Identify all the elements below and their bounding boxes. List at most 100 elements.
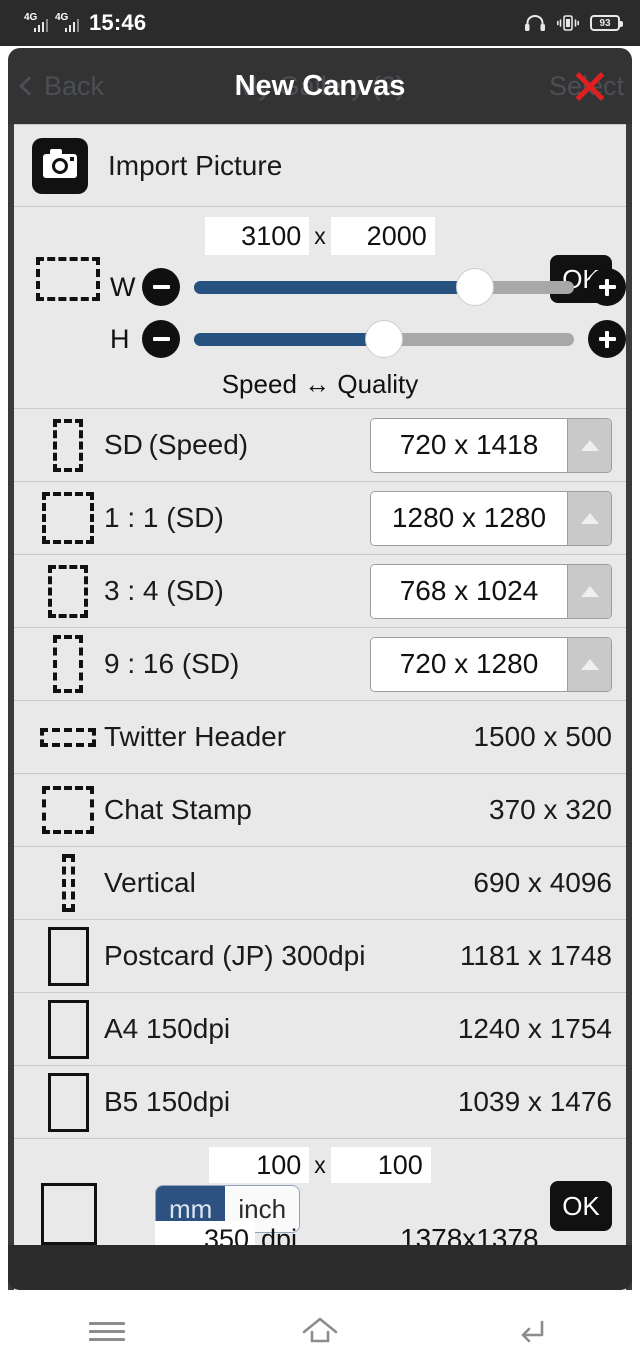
preset-row[interactable]: 3 : 4 (SD) 768 x 1024 [14, 555, 626, 628]
spinner-up-button[interactable] [567, 564, 611, 618]
camera-icon [32, 137, 88, 194]
height-decrease-button[interactable] [142, 320, 180, 358]
preset-size-value: 1039 x 1476 [457, 1086, 612, 1117]
aspect-preview-box [42, 492, 94, 544]
clock-label: 15:46 [89, 10, 147, 35]
preset-size-value: 720 x 1418 [371, 418, 567, 472]
dialog-title-bar: New Canvas [8, 48, 632, 124]
preset-row[interactable]: B5 150dpi 1039 x 1476 [14, 1066, 626, 1139]
signal-icon-sim2: 4G [55, 13, 79, 33]
unit-size-inputs: 100 x 100 [14, 1139, 626, 1183]
back-icon[interactable] [503, 1309, 563, 1353]
preset-size-spinner[interactable]: 720 x 1280 [370, 636, 612, 692]
preset-label: Chat Stamp [104, 794, 252, 825]
width-increase-button[interactable] [588, 268, 626, 306]
page-title: New Canvas [234, 69, 406, 102]
dialog-bottom-bar [8, 1245, 632, 1290]
preset-row[interactable]: 1 : 1 (SD) 1280 x 1280 [14, 482, 626, 555]
preset-row[interactable]: Vertical 690 x 4096 [14, 847, 626, 920]
preset-row[interactable]: A4 150dpi 1240 x 1754 [14, 993, 626, 1066]
unit-preview-box [41, 1183, 97, 1245]
aspect-preview-wrap [32, 786, 104, 834]
signal-icon-sim1: 4G [24, 13, 48, 33]
width-slider-fill [194, 280, 476, 294]
aspect-preview-box [47, 999, 89, 1059]
status-bar-left: 4G 4G 15:46 [0, 10, 146, 36]
speed-quality-hint: Speed ↔ Quality [221, 369, 419, 399]
unit-size-separator: x [314, 1151, 326, 1178]
preset-size-spinner[interactable]: 1280 x 1280 [370, 490, 612, 546]
caret-up-icon [580, 585, 599, 597]
aspect-preview-wrap [32, 727, 104, 747]
close-icon[interactable] [570, 66, 610, 106]
preset-size-spinner[interactable]: 720 x 1418 [370, 417, 612, 473]
preset-label: 1 : 1 (SD) [104, 502, 224, 533]
width-slider-thumb[interactable] [456, 268, 495, 306]
aspect-preview-box [61, 854, 75, 912]
height-slider-track[interactable] [194, 320, 574, 358]
pixel-height-input[interactable]: 2000 [330, 217, 435, 255]
status-bar-right: 93 [524, 14, 640, 32]
aspect-preview-box [53, 418, 83, 472]
preset-size-value: 690 x 4096 [473, 867, 612, 898]
unit-width-input[interactable]: 100 [209, 1147, 310, 1183]
preset-label: Twitter Header [104, 721, 287, 752]
preset-size-value: 768 x 1024 [371, 564, 567, 618]
preset-label: 9 : 16 (SD) [104, 648, 240, 679]
preset-list-simple: Twitter Header 1500 x 500 Chat Stamp 370 x … [14, 701, 626, 1139]
status-bar: 4G 4G 15:46 93 [0, 0, 640, 46]
preset-size-value: 370 x 320 [489, 794, 612, 825]
pixel-size-inputs: 3100 x 2000 [14, 217, 626, 255]
unit-size-ok-button[interactable]: OK [550, 1181, 612, 1231]
aspect-preview-box [48, 564, 88, 618]
aspect-preview-wrap [32, 635, 104, 693]
pixel-width-input[interactable]: 3100 [205, 217, 310, 255]
aspect-preview-wrap [32, 999, 104, 1059]
height-slider-row: H [14, 313, 626, 365]
vibrate-icon [557, 14, 579, 32]
aspect-preview-wrap [32, 492, 104, 544]
size-sliders: W H [14, 261, 626, 365]
aspect-preview-box [47, 926, 89, 986]
caret-up-icon [580, 439, 599, 451]
preset-row[interactable]: Postcard (JP) 300dpi 1181 x 1748 [14, 920, 626, 993]
aspect-preview-box [42, 786, 94, 834]
pixel-size-separator: x [314, 222, 326, 249]
width-axis-label: W [110, 271, 136, 302]
aspect-preview-wrap [32, 1072, 104, 1132]
preset-label: B5 150dpi [104, 1086, 231, 1117]
battery-percent-label: 93 [599, 17, 611, 29]
import-picture-label: Import Picture [108, 149, 283, 181]
menu-icon[interactable] [77, 1309, 137, 1353]
import-picture-row[interactable]: Import Picture [14, 125, 626, 207]
preset-label: SD (Speed) [104, 429, 249, 460]
preset-row[interactable]: 9 : 16 (SD) 720 x 1280 [14, 628, 626, 701]
preset-row[interactable]: Twitter Header 1500 x 500 [14, 701, 626, 774]
preset-label: A4 150dpi [104, 1013, 231, 1044]
spinner-up-button[interactable] [567, 491, 611, 545]
spinner-up-button[interactable] [567, 637, 611, 691]
preset-label: 3 : 4 (SD) [104, 575, 224, 606]
unit-height-input[interactable]: 100 [330, 1147, 431, 1183]
spinner-up-button[interactable] [567, 418, 611, 472]
preset-label: Postcard (JP) 300dpi [104, 940, 366, 971]
preset-size-value: 1240 x 1754 [457, 1013, 612, 1044]
height-slider-fill [194, 332, 384, 346]
caret-up-icon [580, 512, 599, 524]
preset-size-value: 720 x 1280 [371, 637, 567, 691]
width-slider-track[interactable] [194, 268, 574, 306]
preset-row[interactable]: SD (Speed) 720 x 1418 [14, 409, 626, 482]
height-increase-button[interactable] [588, 320, 626, 358]
preset-size-spinner[interactable]: 768 x 1024 [370, 563, 612, 619]
height-slider-thumb[interactable] [365, 320, 403, 358]
preset-row[interactable]: Chat Stamp 370 x 320 [14, 774, 626, 847]
preset-list-with-spinner: SD (Speed) 720 x 1418 1 : 1 (SD) 1280 x 128… [14, 409, 626, 701]
new-canvas-dialog: Import Picture 3100 x 2000 OK W H Speed … [14, 124, 626, 1290]
battery-icon: 93 [590, 15, 623, 31]
signal-bars-1 [33, 19, 48, 32]
aspect-preview-box [40, 727, 96, 747]
width-decrease-button[interactable] [142, 268, 180, 306]
signal-bars-2 [64, 19, 79, 32]
home-icon[interactable] [290, 1309, 350, 1353]
preset-label: Vertical [104, 867, 196, 898]
